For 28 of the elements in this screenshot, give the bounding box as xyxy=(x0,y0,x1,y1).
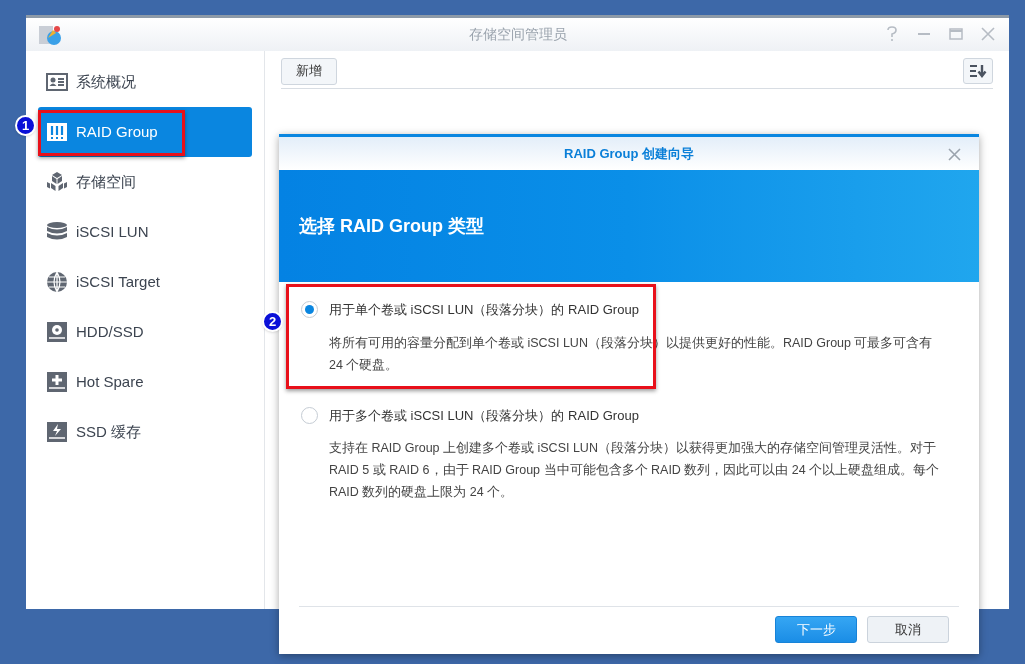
sort-button[interactable] xyxy=(963,58,993,84)
sidebar-item[interactable]: SSD 缓存 xyxy=(38,407,252,457)
id-card-icon xyxy=(46,71,68,93)
sidebar-item[interactable]: iSCSI LUN xyxy=(38,207,252,257)
cubes-icon xyxy=(46,171,68,193)
dialog-title: RAID Group 创建向导 xyxy=(564,144,694,163)
maximize-icon[interactable] xyxy=(949,28,963,40)
sidebar-item[interactable]: 系统概况 xyxy=(38,57,252,107)
cancel-button[interactable]: 取消 xyxy=(867,616,949,643)
sidebar-item[interactable]: iSCSI Target xyxy=(38,257,252,307)
radio-button[interactable] xyxy=(301,301,318,319)
close-icon[interactable] xyxy=(981,27,995,41)
sort-icon xyxy=(969,64,987,78)
option-label[interactable]: 用于单个卷或 iSCSI LUN（段落分块）的 RAID Group xyxy=(329,300,639,320)
dialog-heading: 选择 RAID Group 类型 xyxy=(299,214,484,238)
sidebar-item[interactable]: Hot Spare xyxy=(38,357,252,407)
sidebar-item[interactable]: HDD/SSD xyxy=(38,307,252,357)
help-icon[interactable] xyxy=(885,26,899,42)
create-button[interactable]: 新增 xyxy=(281,57,337,85)
sidebar-item[interactable]: 存储空间 xyxy=(38,157,252,207)
window-title: 存储空间管理员 xyxy=(468,25,567,44)
disk-array-icon xyxy=(46,121,68,143)
radio-button[interactable] xyxy=(301,406,318,424)
option-label[interactable]: 用于多个卷或 iSCSI LUN（段落分块）的 RAID Group xyxy=(329,405,639,425)
close-icon[interactable] xyxy=(948,148,961,161)
app-icon xyxy=(38,24,62,46)
option-description: 支持在 RAID Group 上创建多个卷或 iSCSI LUN（段落分块）以获得更加强大的存储空间管理灵活性。对于RAID 5 或 RAID 6，由于 RAID Group 当中可能包含多个 RAID 数列，因此可以由 24 个以上硬盘组成。每个 RAID 数列的硬盘上限为 24 个。 xyxy=(329,440,941,501)
globe-icon xyxy=(46,271,68,293)
